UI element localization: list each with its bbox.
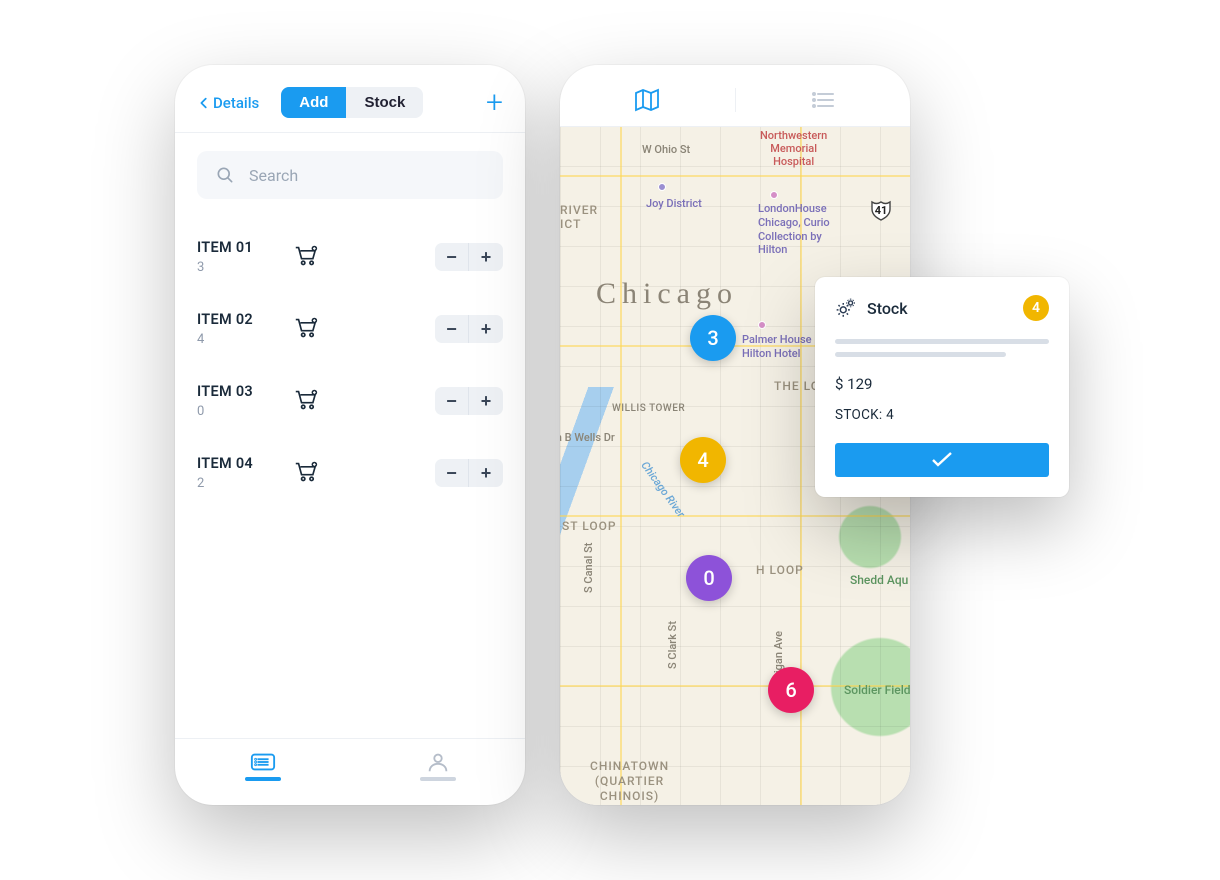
search-icon [215, 165, 235, 185]
district-label: ST LOOP [562, 519, 617, 533]
tab-profile[interactable] [420, 751, 456, 781]
poi-label: Joy District [646, 197, 702, 211]
item-info: ITEM 01 3 [197, 239, 289, 275]
tab-indicator [420, 777, 456, 781]
items-list: ITEM 01 3 − + ITEM 02 4 [175, 209, 525, 738]
district-label: CHINATOWN (QUARTIER CHINOIS) [590, 759, 669, 804]
price-label: $ 129 [835, 375, 1049, 393]
gear-icon [835, 297, 857, 319]
confirm-button[interactable] [835, 443, 1049, 477]
quantity-stepper: − + [435, 243, 503, 271]
item-name: ITEM 03 [197, 383, 289, 400]
poi-dot [770, 191, 778, 199]
item-info: ITEM 03 0 [197, 383, 289, 419]
add-button[interactable]: + [486, 88, 503, 118]
poi-label: Palmer House Hilton Hotel [742, 333, 812, 361]
increment-button[interactable]: + [469, 387, 503, 415]
city-label: Chicago [596, 277, 738, 311]
item-qty: 0 [197, 404, 289, 419]
poi-label: LondonHouse Chicago, Curio Collection by… [758, 202, 830, 257]
street-label: S Canal St [582, 543, 595, 593]
map-icon [633, 88, 661, 112]
quantity-stepper: − + [435, 387, 503, 415]
map-pin[interactable]: 3 [690, 315, 736, 361]
poi-dot [758, 321, 766, 329]
item-qty: 2 [197, 476, 289, 491]
highway-shield: 41 [870, 199, 892, 221]
list-item: ITEM 01 3 − + [197, 221, 503, 293]
item-name: ITEM 01 [197, 239, 289, 256]
back-button[interactable]: Details [197, 94, 259, 112]
list-item: ITEM 03 0 − + [197, 365, 503, 437]
stock-popup: Stock 4 $ 129 STOCK: 4 [815, 277, 1069, 497]
quantity-stepper: − + [435, 459, 503, 487]
tab-indicator [245, 777, 281, 781]
street-label: W Ohio St [642, 143, 690, 156]
list-item: ITEM 04 2 − + [197, 437, 503, 509]
segment-add[interactable]: Add [281, 87, 346, 118]
decrement-button[interactable]: − [435, 243, 469, 271]
cart-icon [293, 387, 319, 415]
tab-list-view[interactable] [736, 88, 911, 112]
poi-label: Soldier Field [844, 683, 910, 697]
list-item: ITEM 02 4 − + [197, 293, 503, 365]
tab-list[interactable] [245, 751, 281, 781]
popup-header: Stock 4 [835, 295, 1049, 321]
search-placeholder: Search [249, 166, 298, 185]
map-pin[interactable]: 0 [686, 555, 732, 601]
item-name: ITEM 02 [197, 311, 289, 328]
district-label: H LOOP [756, 563, 804, 577]
search-input[interactable]: Search [197, 151, 503, 199]
poi-label: WILLIS TOWER [612, 403, 685, 414]
popup-badge: 4 [1023, 295, 1049, 321]
increment-button[interactable]: + [469, 459, 503, 487]
inventory-phone: Details Add Stock + Search ITEM 01 3 [175, 65, 525, 805]
street-label: a B Wells Dr [560, 431, 615, 444]
poi-label: Shedd Aqu [850, 573, 908, 587]
item-name: ITEM 04 [197, 455, 289, 472]
item-qty: 4 [197, 332, 289, 347]
decrement-button[interactable]: − [435, 387, 469, 415]
district-label: RIVER ICT [560, 203, 598, 231]
map-pin[interactable]: 4 [680, 437, 726, 483]
increment-button[interactable]: + [469, 315, 503, 343]
tab-map[interactable] [560, 88, 736, 112]
decrement-button[interactable]: − [435, 459, 469, 487]
skeleton-lines [835, 339, 1049, 357]
back-label: Details [213, 94, 259, 112]
poi-dot [658, 183, 666, 191]
quantity-stepper: − + [435, 315, 503, 343]
poi-label: Northwestern Memorial Hospital [760, 129, 827, 169]
popup-title: Stock [867, 299, 908, 318]
item-info: ITEM 04 2 [197, 455, 289, 491]
stock-label: STOCK: 4 [835, 407, 1049, 423]
list-icon [809, 88, 837, 112]
segment-stock[interactable]: Stock [346, 87, 423, 118]
item-qty: 3 [197, 260, 289, 275]
search-wrap: Search [175, 133, 525, 209]
list-icon [250, 751, 276, 773]
increment-button[interactable]: + [469, 243, 503, 271]
check-icon [930, 451, 954, 469]
profile-icon [425, 751, 451, 773]
segmented-control: Add Stock [281, 87, 423, 118]
item-info: ITEM 02 4 [197, 311, 289, 347]
cart-icon [293, 459, 319, 487]
decrement-button[interactable]: − [435, 315, 469, 343]
tabbar [175, 738, 525, 805]
chevron-left-icon [197, 96, 211, 110]
map-pin[interactable]: 6 [768, 667, 814, 713]
cart-icon [293, 315, 319, 343]
map-topbar [560, 65, 910, 127]
street-label: S Clark St [666, 621, 679, 669]
cart-icon [293, 243, 319, 271]
topbar: Details Add Stock + [175, 65, 525, 132]
